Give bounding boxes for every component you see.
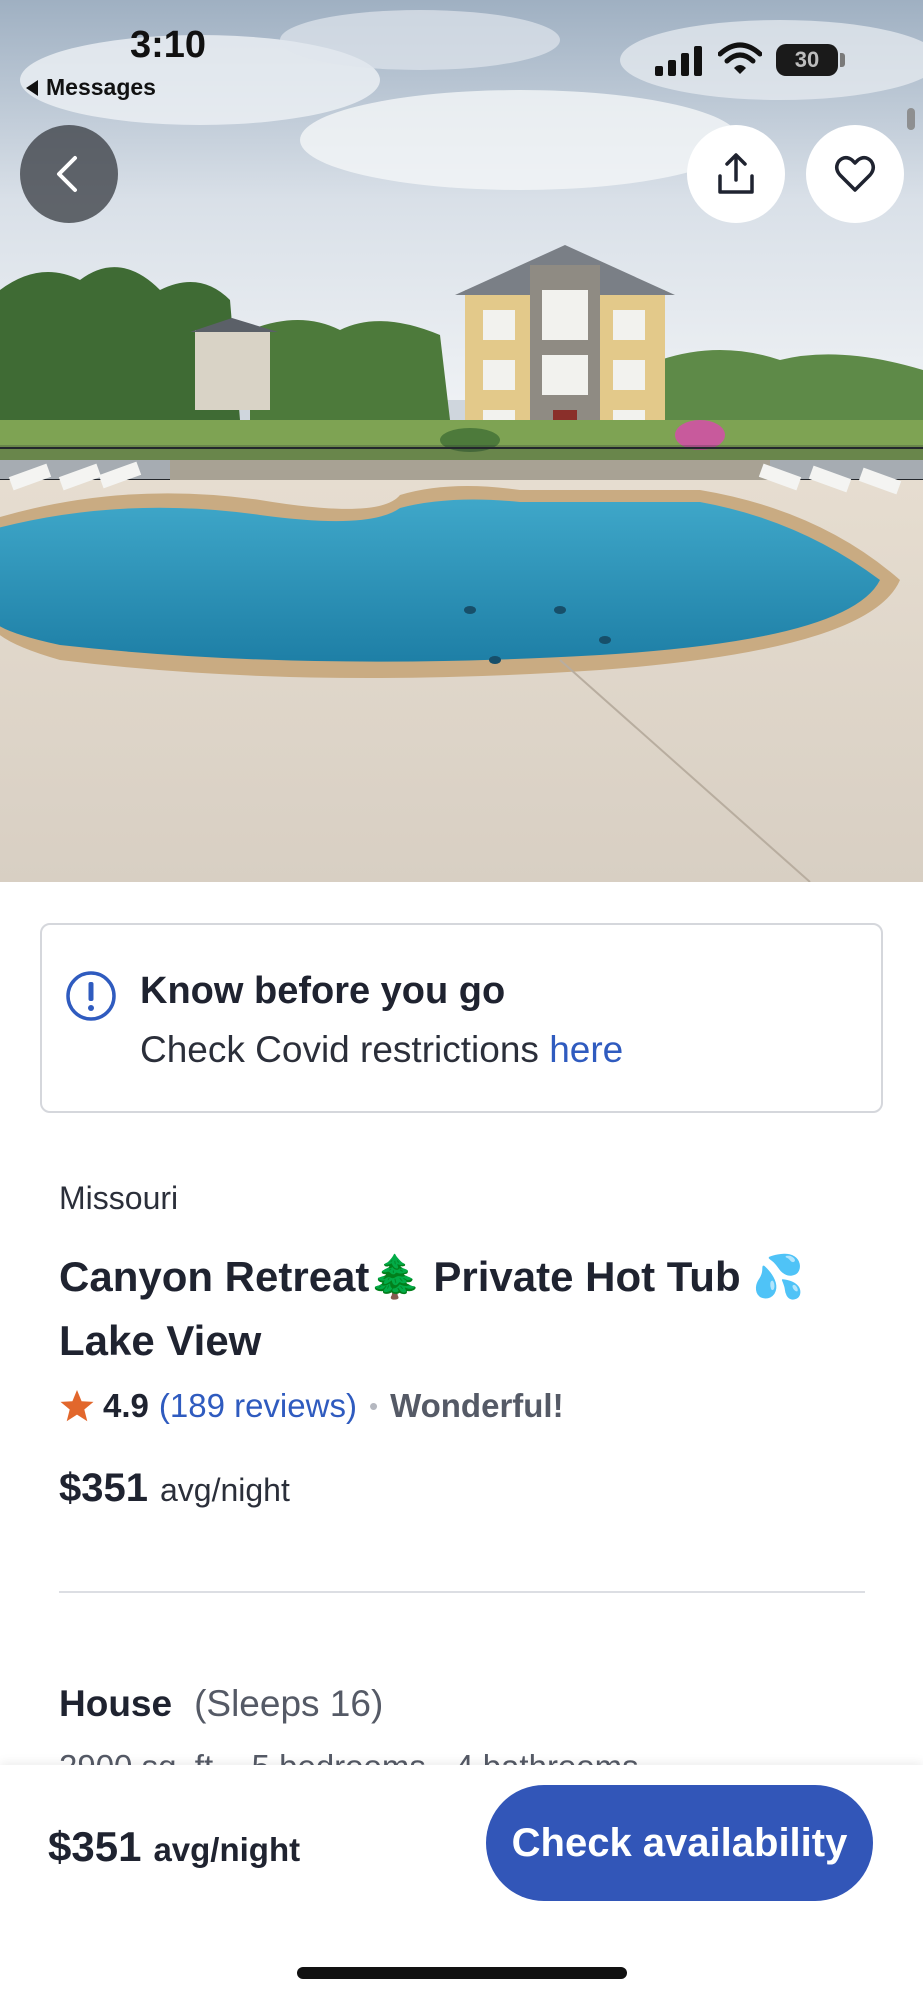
notice-body: Check Covid restrictions here [140, 1029, 623, 1071]
battery-cap [840, 53, 845, 67]
listing-title: Canyon Retreat🌲 Private Hot Tub 💦 Lake V… [59, 1253, 805, 1364]
booking-bar: $351 avg/night Check availability [0, 1765, 923, 2000]
property-type: House [59, 1683, 173, 1724]
booking-price-amount: $351 [48, 1823, 142, 1870]
back-triangle-icon [26, 79, 38, 96]
home-indicator[interactable] [297, 1967, 627, 1979]
favorite-button[interactable] [806, 125, 904, 223]
share-icon [718, 153, 754, 194]
listing-price: $351 avg/night [59, 1466, 290, 1511]
back-app-label: Messages [46, 74, 156, 100]
price-amount: $351 [59, 1466, 148, 1510]
cellular-signal-icon [655, 46, 702, 76]
section-divider [59, 1591, 865, 1593]
covid-restrictions-link[interactable]: here [549, 1029, 623, 1070]
rating-label: Wonderful! [390, 1387, 564, 1424]
separator-dot: • [368, 1390, 379, 1421]
property-type-row: House (Sleeps 16) [59, 1683, 383, 1725]
rating-score: 4.9 [103, 1387, 149, 1424]
chevron-left-icon [57, 156, 77, 192]
status-time: 3:10 [130, 24, 207, 66]
rating-row: 4.9 (189 reviews) • Wonderful! [59, 1383, 564, 1429]
notice-title: Know before you go [140, 970, 506, 1012]
wifi-icon [718, 42, 762, 74]
reviews-link[interactable]: (189 reviews) [159, 1387, 357, 1425]
booking-price: $351 avg/night [48, 1823, 300, 1871]
back-to-messages-link[interactable]: Messages [26, 74, 156, 101]
notice-body-text: Check Covid restrictions [140, 1029, 550, 1070]
star-icon [60, 1390, 94, 1422]
info-icon [66, 971, 116, 1021]
battery-indicator: 30 [776, 44, 838, 76]
share-button[interactable] [687, 125, 785, 223]
back-button[interactable] [20, 125, 118, 223]
status-bar: 3:10 Messages 30 [0, 0, 923, 110]
pool-house-photo [0, 0, 923, 882]
know-before-you-go-card: Know before you go Check Covid restricti… [40, 923, 883, 1113]
booking-price-unit: avg/night [153, 1831, 301, 1868]
check-availability-button[interactable]: Check availability [486, 1785, 873, 1901]
scroll-indicator [907, 108, 915, 130]
price-unit: avg/night [159, 1472, 290, 1508]
hero-photo[interactable]: 3:10 Messages 30 [0, 0, 923, 882]
heart-icon [835, 156, 875, 192]
sleeps-count: (Sleeps 16) [194, 1683, 384, 1724]
listing-region: Missouri [59, 1180, 179, 1216]
